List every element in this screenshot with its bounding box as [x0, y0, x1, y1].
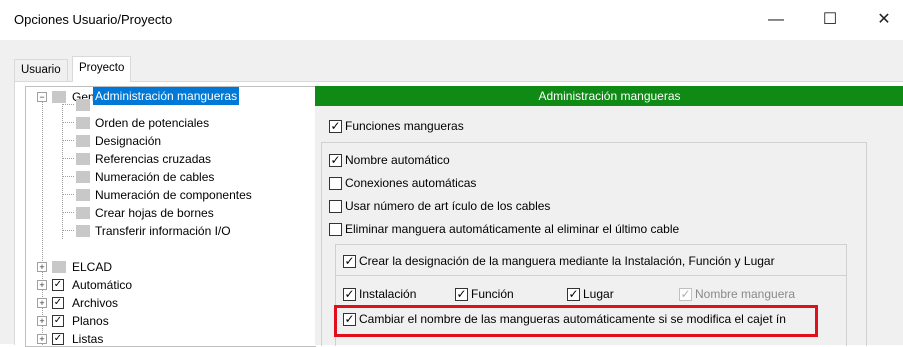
tree-item-elcad[interactable]: ELCAD: [72, 258, 112, 276]
nombre-automatico-option[interactable]: Nombre automático: [329, 152, 450, 170]
conexiones-automaticas-label: Conexiones automáticas: [345, 176, 477, 190]
checkbox-icon[interactable]: [329, 153, 342, 168]
folder-icon: [52, 261, 66, 273]
tree-branch: [62, 194, 74, 195]
page-icon: [76, 153, 90, 165]
settings-panel: Administración mangueras Funciones mangu…: [315, 86, 903, 346]
folder-icon: [52, 91, 66, 103]
instalacion-label: Instalación: [359, 287, 417, 301]
checkbox-icon[interactable]: ✓: [52, 297, 64, 309]
checkbox-icon[interactable]: [343, 287, 356, 302]
checkbox-icon[interactable]: ✓: [52, 315, 64, 327]
expand-icon[interactable]: +: [37, 298, 47, 308]
tree-item-listas[interactable]: Listas: [72, 330, 103, 346]
conexiones-automaticas-option[interactable]: Conexiones automáticas: [329, 175, 476, 193]
dialog-client-area: Usuario Proyecto − General Administració…: [0, 40, 903, 347]
usar-numero-articulo-option[interactable]: Usar número de art ículo de los cables: [329, 198, 550, 216]
checkbox-icon[interactable]: ✓: [52, 279, 64, 291]
tree-item-numeracion-componentes[interactable]: Numeración de componentes: [95, 186, 252, 204]
tree-root-line: [42, 102, 43, 346]
page-icon: [76, 117, 90, 129]
tree-branch: [62, 176, 74, 177]
minimize-button[interactable]: —: [762, 8, 790, 32]
page-icon: [76, 225, 90, 237]
tab-panel: − General Administración mangueras Orden…: [14, 81, 903, 347]
tree-item-numeracion-cables[interactable]: Numeración de cables: [95, 168, 214, 186]
tree-branch: [62, 212, 74, 213]
funcion-option[interactable]: Función: [455, 286, 514, 304]
nombre-manguera-label: Nombre manguera: [695, 287, 796, 301]
red-highlight-box: [334, 305, 818, 337]
lugar-option[interactable]: Lugar: [567, 286, 614, 304]
tree-item-automatico[interactable]: Automático: [72, 276, 132, 294]
crear-designacion-option[interactable]: Crear la designación de la manguera medi…: [343, 253, 775, 271]
expand-icon[interactable]: +: [37, 262, 47, 272]
tree-item-crear-hojas-bornes[interactable]: Crear hojas de bornes: [95, 204, 214, 222]
maximize-button[interactable]: ☐: [816, 8, 844, 32]
tree-item-referencias-cruzadas[interactable]: Referencias cruzadas: [95, 150, 211, 168]
tree-branch: [62, 230, 74, 231]
page-icon: [76, 171, 90, 183]
page-icon: [76, 189, 90, 201]
expand-icon[interactable]: +: [37, 280, 47, 290]
tree-item-orden-potenciales[interactable]: Orden de potenciales: [95, 114, 209, 132]
checkbox-icon[interactable]: [567, 287, 580, 302]
page-icon: [76, 207, 90, 219]
window-title: Opciones Usuario/Proyecto: [14, 12, 173, 27]
tree-item-designacion[interactable]: Designación: [95, 132, 161, 150]
collapse-icon[interactable]: −: [37, 92, 47, 102]
expand-icon[interactable]: +: [37, 316, 47, 326]
page-icon: [76, 99, 90, 111]
tab-proyecto[interactable]: Proyecto: [72, 56, 132, 82]
funciones-mangueras-option[interactable]: Funciones mangueras: [329, 118, 464, 136]
eliminar-manguera-option[interactable]: Eliminar manguera automáticamente al eli…: [329, 221, 679, 239]
checkbox-icon[interactable]: [329, 177, 342, 191]
expand-icon[interactable]: +: [37, 334, 47, 344]
eliminar-manguera-label: Eliminar manguera automáticamente al eli…: [345, 222, 680, 236]
checkbox-icon[interactable]: [455, 287, 468, 302]
checkbox-icon[interactable]: [329, 119, 342, 134]
funciones-mangueras-label: Funciones mangueras: [345, 119, 464, 133]
checkbox-icon[interactable]: [329, 200, 342, 214]
tab-usuario[interactable]: Usuario: [14, 59, 68, 81]
close-button[interactable]: ✕: [870, 8, 898, 32]
checkbox-icon[interactable]: ✓: [52, 333, 64, 345]
usar-numero-articulo-label: Usar número de art ículo de los cables: [345, 199, 551, 213]
tree-branch: [62, 122, 74, 123]
instalacion-option[interactable]: Instalación: [343, 286, 416, 304]
tree-item-archivos[interactable]: Archivos: [72, 294, 118, 312]
crear-designacion-label: Crear la designación de la manguera medi…: [359, 254, 775, 268]
lugar-label: Lugar: [583, 287, 614, 301]
checkbox-icon[interactable]: [329, 223, 342, 237]
nombre-automatico-label: Nombre automático: [345, 153, 450, 167]
funcion-label: Función: [471, 287, 514, 301]
checkbox-icon: [679, 287, 692, 302]
options-tree[interactable]: − General Administración mangueras Orden…: [25, 86, 316, 347]
tree-branch: [62, 158, 74, 159]
tree-branch: [62, 140, 74, 141]
tree-item-administracion-mangueras[interactable]: Administración mangueras: [93, 87, 240, 105]
tree-item-planos[interactable]: Planos: [72, 312, 109, 330]
checkbox-icon[interactable]: [343, 254, 356, 269]
tree-item-transferir-io[interactable]: Transferir información I/O: [95, 222, 231, 240]
nombre-manguera-option: Nombre manguera: [679, 286, 795, 304]
title-bar: Opciones Usuario/Proyecto — ☐ ✕: [0, 0, 903, 40]
page-icon: [76, 135, 90, 147]
settings-header: Administración mangueras: [315, 86, 903, 106]
